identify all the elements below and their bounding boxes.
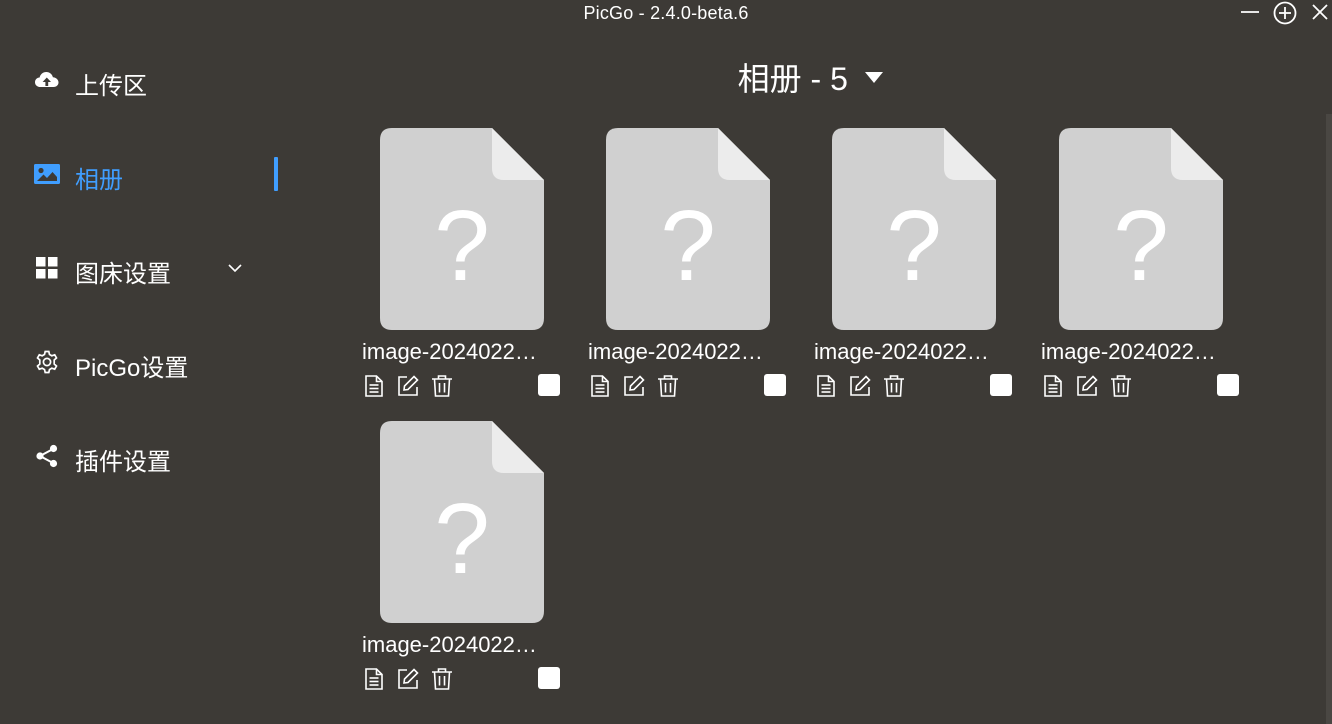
always-on-top-button[interactable]	[1271, 0, 1299, 28]
share-icon	[36, 444, 58, 468]
edit-icon[interactable]	[848, 374, 872, 398]
file-unknown-thumbnail[interactable]: ?	[1059, 128, 1223, 330]
select-checkbox[interactable]	[764, 374, 786, 396]
copy-link-icon[interactable]	[1041, 374, 1065, 398]
chevron-down-icon	[228, 264, 242, 273]
image-card: ? image-2024022…	[814, 128, 1014, 408]
window-title: PicGo - 2.4.0-beta.6	[583, 3, 749, 23]
copy-link-icon[interactable]	[814, 374, 838, 398]
edit-icon[interactable]	[1075, 374, 1099, 398]
sidebar-item-picbed-settings[interactable]: 图床设置	[0, 243, 290, 293]
caret-down-icon	[865, 72, 884, 83]
copy-link-icon[interactable]	[362, 667, 386, 691]
image-filename: image-2024022…	[362, 339, 537, 364]
copy-link-icon[interactable]	[588, 374, 612, 398]
sidebar-menu: 上传区 相册 图床设置 PicGo设置 插件设置	[0, 28, 290, 724]
file-unknown-thumbnail[interactable]: ?	[832, 128, 996, 330]
edit-icon[interactable]	[396, 374, 420, 398]
gear-icon	[36, 350, 58, 374]
active-indicator	[274, 157, 278, 191]
sidebar-item-upload[interactable]: 上传区	[0, 55, 290, 105]
gallery-panel: 相册 - 5 ? image-2024022… ? image-2024022……	[290, 28, 1332, 724]
question-mark-icon: ?	[1113, 190, 1169, 302]
picgo-window: PicGo - 2.4.0-beta.6 上传区 相册 图床设置 PicGo设置…	[0, 0, 1332, 724]
trash-icon[interactable]	[882, 374, 906, 398]
trash-icon[interactable]	[430, 667, 454, 691]
image-filename: image-2024022…	[362, 632, 537, 657]
image-card: ? image-2024022…	[362, 421, 562, 701]
edit-icon[interactable]	[396, 667, 420, 691]
trash-icon[interactable]	[656, 374, 680, 398]
trash-icon[interactable]	[430, 374, 454, 398]
minimize-button[interactable]	[1237, 0, 1265, 28]
select-checkbox[interactable]	[990, 374, 1012, 396]
image-filename: image-2024022…	[1041, 339, 1216, 364]
file-unknown-thumbnail[interactable]: ?	[606, 128, 770, 330]
question-mark-icon: ?	[434, 190, 490, 302]
sidebar-item-gallery[interactable]: 相册	[0, 149, 290, 199]
file-unknown-thumbnail[interactable]: ?	[380, 421, 544, 623]
select-checkbox[interactable]	[538, 667, 560, 689]
minimize-icon	[1241, 11, 1259, 13]
sidebar-item-label: PicGo设置	[75, 355, 189, 382]
select-checkbox[interactable]	[1217, 374, 1239, 396]
close-icon	[1312, 4, 1328, 20]
close-button[interactable]	[1305, 0, 1332, 28]
cloud-upload-icon	[35, 72, 59, 87]
plus-circle-icon	[1273, 1, 1297, 25]
edit-icon[interactable]	[622, 374, 646, 398]
gallery-title: 相册 - 5	[737, 61, 848, 97]
grid-icon	[36, 257, 58, 279]
sidebar-item-label: 图床设置	[75, 261, 171, 288]
sidebar-item-label: 相册	[75, 167, 123, 194]
file-unknown-thumbnail[interactable]: ?	[380, 128, 544, 330]
image-icon	[34, 164, 60, 184]
image-card: ? image-2024022…	[1041, 128, 1241, 408]
image-filename: image-2024022…	[588, 339, 763, 364]
sidebar-item-plugin-settings[interactable]: 插件设置	[0, 431, 290, 481]
question-mark-icon: ?	[434, 483, 490, 595]
sidebar-item-picgo-settings[interactable]: PicGo设置	[0, 337, 290, 387]
question-mark-icon: ?	[660, 190, 716, 302]
image-card: ? image-2024022…	[362, 128, 562, 408]
title-bar: PicGo - 2.4.0-beta.6	[0, 0, 1332, 28]
image-filename: image-2024022…	[814, 339, 989, 364]
gallery-title-dropdown[interactable]: 相册 - 5	[290, 54, 1332, 100]
image-card: ? image-2024022…	[588, 128, 788, 408]
copy-link-icon[interactable]	[362, 374, 386, 398]
sidebar-item-label: 上传区	[75, 73, 147, 100]
question-mark-icon: ?	[886, 190, 942, 302]
sidebar-item-label: 插件设置	[75, 449, 171, 476]
scrollbar-thumb[interactable]	[1326, 114, 1332, 724]
trash-icon[interactable]	[1109, 374, 1133, 398]
select-checkbox[interactable]	[538, 374, 560, 396]
